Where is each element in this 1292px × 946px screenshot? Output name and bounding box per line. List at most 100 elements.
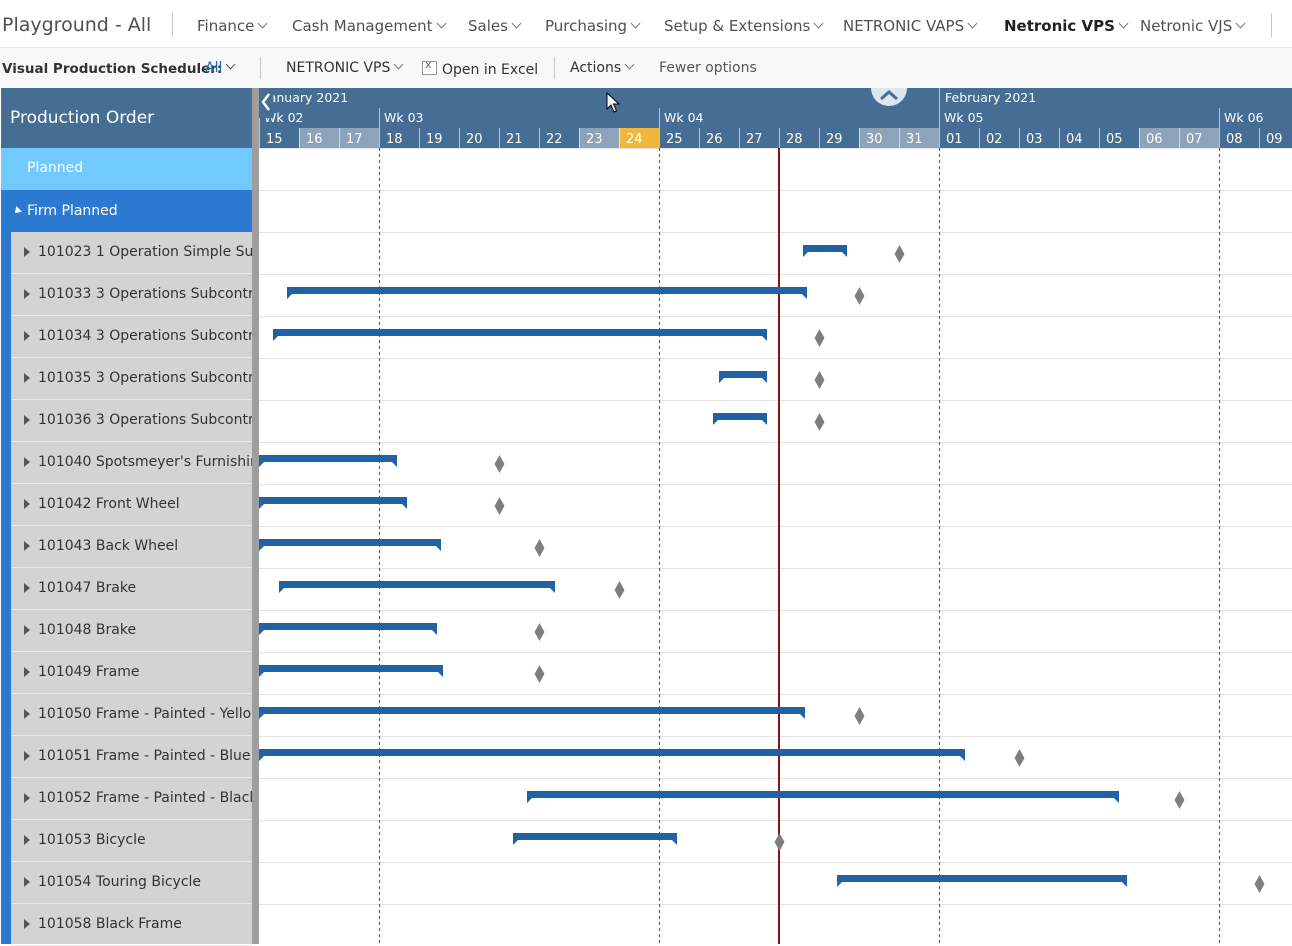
order-row[interactable]: 101049 Frame — [11, 652, 252, 694]
order-bar[interactable] — [259, 539, 441, 551]
pane-splitter[interactable] — [252, 88, 259, 944]
netronic-vps-menu[interactable]: NETRONIC VPS — [286, 59, 404, 76]
group-row-planned[interactable]: Planned — [1, 148, 252, 190]
expand-triangle-icon[interactable] — [24, 247, 30, 257]
nav-item-setup-extensions[interactable]: Setup & Extensions — [664, 17, 824, 35]
day-label: 21 — [506, 132, 523, 147]
order-row[interactable]: 101058 Black Frame — [11, 904, 252, 946]
open-in-excel-button[interactable]: Open in Excel — [422, 58, 538, 78]
due-date-milestone[interactable] — [1014, 749, 1025, 767]
order-row[interactable]: 101050 Frame - Painted - Yellow — [11, 694, 252, 736]
expand-triangle-icon[interactable] — [24, 457, 30, 467]
due-date-milestone[interactable] — [774, 833, 785, 851]
expand-triangle-icon[interactable] — [24, 625, 30, 635]
order-row[interactable]: 101043 Back Wheel — [11, 526, 252, 568]
scroll-left-button[interactable] — [259, 88, 273, 118]
nav-item-purchasing[interactable]: Purchasing — [545, 17, 641, 35]
due-date-milestone[interactable] — [534, 623, 545, 641]
filter-dropdown[interactable]: All — [205, 59, 236, 76]
expand-triangle-icon[interactable] — [24, 331, 30, 341]
expand-triangle-icon[interactable] — [24, 751, 30, 761]
top-navigation: Playground - All Finance Cash Management S… — [0, 0, 1292, 48]
order-bar[interactable] — [259, 707, 805, 719]
due-date-milestone[interactable] — [814, 413, 825, 431]
order-row[interactable]: 101053 Bicycle — [11, 820, 252, 862]
order-row[interactable]: 101042 Front Wheel — [11, 484, 252, 526]
column-header-label: Production Order — [10, 108, 155, 128]
due-date-milestone[interactable] — [534, 665, 545, 683]
order-bar[interactable] — [259, 749, 965, 761]
nav-item-netronic-vjs[interactable]: Netronic VJS — [1140, 17, 1246, 35]
order-label: 101040 Spotsmeyer's Furnishings — [38, 454, 252, 470]
due-date-milestone[interactable] — [494, 455, 505, 473]
order-label: 101036 3 Operations Subcontracting — [38, 412, 252, 428]
due-date-milestone[interactable] — [1254, 875, 1265, 893]
expand-triangle-icon[interactable] — [24, 877, 30, 887]
expand-triangle-icon[interactable] — [24, 709, 30, 719]
nav-item-finance[interactable]: Finance — [197, 17, 268, 35]
order-row[interactable]: 101023 1 Operation Simple Subcontracting — [11, 232, 252, 274]
nav-item-netronic-vaps[interactable]: NETRONIC VAPS — [843, 17, 978, 35]
order-bar[interactable] — [279, 581, 555, 593]
due-date-milestone[interactable] — [1174, 791, 1185, 809]
day-label: 23 — [586, 132, 603, 147]
day-label: 22 — [546, 132, 563, 147]
expand-triangle-icon[interactable] — [24, 793, 30, 803]
due-date-milestone[interactable] — [814, 371, 825, 389]
mouse-cursor-icon — [606, 92, 620, 113]
expand-triangle-icon[interactable] — [24, 919, 30, 929]
order-bar[interactable] — [837, 875, 1127, 887]
order-bar[interactable] — [527, 791, 1119, 803]
due-date-milestone[interactable] — [814, 329, 825, 347]
order-bar[interactable] — [259, 455, 397, 467]
order-row[interactable]: 101052 Frame - Painted - Black — [11, 778, 252, 820]
expand-triangle-icon[interactable] — [24, 541, 30, 551]
expand-triangle-icon[interactable] — [24, 289, 30, 299]
actions-menu[interactable]: Actions — [570, 59, 635, 76]
expand-triangle-icon[interactable] — [24, 415, 30, 425]
due-date-milestone[interactable] — [534, 539, 545, 557]
order-bar[interactable] — [803, 245, 847, 257]
order-row[interactable]: 101033 3 Operations Subcontracting — [11, 274, 252, 316]
order-row[interactable]: 101040 Spotsmeyer's Furnishings — [11, 442, 252, 484]
chevron-down-icon — [630, 18, 641, 29]
order-bar[interactable] — [259, 665, 443, 677]
nav-item-netronic-vps[interactable]: Netronic VPS — [1004, 17, 1129, 35]
collapse-triangle-icon[interactable] — [12, 206, 22, 216]
expand-triangle-icon[interactable] — [24, 835, 30, 845]
order-row[interactable]: 101035 3 Operations Subcontracting — [11, 358, 252, 400]
order-bar[interactable] — [259, 497, 407, 509]
order-bar[interactable] — [273, 329, 767, 341]
column-header: Production Order — [1, 88, 252, 148]
expand-triangle-icon[interactable] — [24, 499, 30, 509]
due-date-milestone[interactable] — [894, 245, 905, 263]
order-bar[interactable] — [287, 287, 807, 299]
app-title[interactable]: Playground - All — [2, 14, 151, 36]
day-label: 16 — [306, 132, 323, 147]
order-label: 101047 Brake — [38, 580, 137, 596]
order-bar[interactable] — [713, 413, 767, 425]
due-date-milestone[interactable] — [854, 287, 865, 305]
order-row[interactable]: 101051 Frame - Painted - Blue — [11, 736, 252, 778]
due-date-milestone[interactable] — [494, 497, 505, 515]
expand-triangle-icon[interactable] — [24, 373, 30, 383]
order-bar[interactable] — [259, 623, 437, 635]
expand-triangle-icon[interactable] — [24, 667, 30, 677]
nav-item-sales[interactable]: Sales — [468, 17, 522, 35]
expand-triangle-icon[interactable] — [24, 583, 30, 593]
order-row[interactable]: 101047 Brake — [11, 568, 252, 610]
order-row[interactable]: 101036 3 Operations Subcontracting — [11, 400, 252, 442]
order-bar[interactable] — [719, 371, 767, 383]
nav-item-label: Purchasing — [545, 17, 628, 35]
order-row[interactable]: 101034 3 Operations Subcontracting — [11, 316, 252, 358]
nav-item-cash-management[interactable]: Cash Management — [292, 17, 447, 35]
day-label: 24 — [626, 132, 643, 147]
due-date-milestone[interactable] — [854, 707, 865, 725]
order-bar[interactable] — [513, 833, 677, 845]
order-row[interactable]: 101054 Touring Bicycle — [11, 862, 252, 904]
day-label: 30 — [866, 132, 883, 147]
due-date-milestone[interactable] — [614, 581, 625, 599]
order-row[interactable]: 101048 Brake — [11, 610, 252, 652]
group-row-firm-planned[interactable]: Firm Planned — [1, 190, 252, 232]
fewer-options-button[interactable]: Fewer options — [659, 60, 757, 76]
